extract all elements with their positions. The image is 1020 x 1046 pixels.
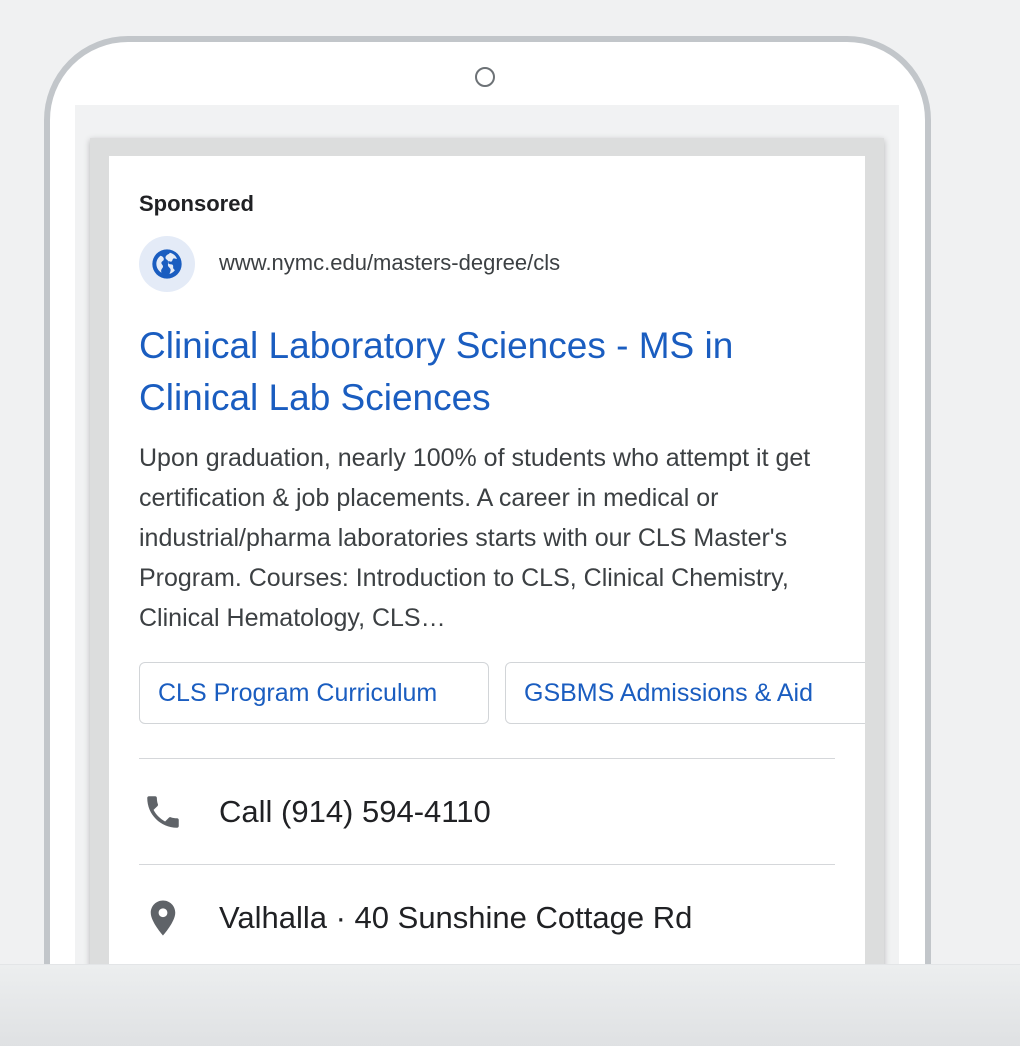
sitelink-gsbms-admissions-aid[interactable]: GSBMS Admissions & Aid <box>505 662 865 724</box>
sitelink-cls-program-curriculum[interactable]: CLS Program Curriculum <box>139 662 489 724</box>
globe-icon <box>139 236 195 292</box>
page: Sponsored www.nymc.edu/masters-degree/cl… <box>0 0 1020 1046</box>
sponsored-label: Sponsored <box>139 191 254 216</box>
divider <box>139 864 835 865</box>
ad-description: Upon graduation, nearly 100% of students… <box>139 444 811 632</box>
location-extension-label: Valhalla · 40 Sunshine Cottage Rd <box>219 900 693 935</box>
divider <box>139 758 835 759</box>
location-extension[interactable]: Valhalla · 40 Sunshine Cottage Rd <box>139 888 839 948</box>
bottom-bar <box>0 964 1020 1046</box>
ad-headline-link[interactable]: Clinical Laboratory Sciences - MS in Cli… <box>139 320 839 424</box>
call-extension[interactable]: Call (914) 594-4110 <box>139 782 839 842</box>
display-url[interactable]: www.nymc.edu/masters-degree/cls <box>219 250 560 276</box>
call-extension-label: Call (914) 594-4110 <box>219 794 491 829</box>
map-pin-icon <box>139 894 187 942</box>
phone-camera <box>475 67 495 87</box>
phone-icon <box>139 788 187 836</box>
ad-card: Sponsored www.nymc.edu/masters-degree/cl… <box>109 156 865 968</box>
